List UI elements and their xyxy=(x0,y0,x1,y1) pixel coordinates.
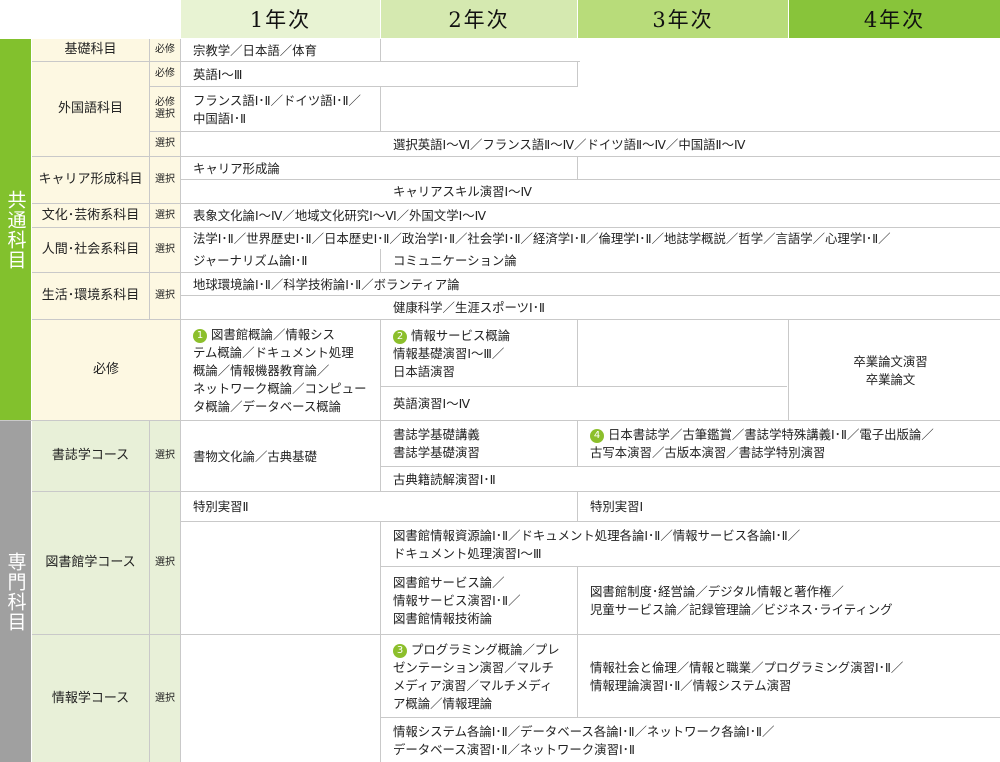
subject-gaikokugo: 外国語科目 xyxy=(57,101,123,116)
gaikokugo-elective: 選択英語Ⅰ～Ⅵ／フランス語Ⅱ～Ⅳ／ドイツ語Ⅱ～Ⅳ／中国語Ⅱ～Ⅳ xyxy=(393,136,746,152)
toshokan-practicum-1: 特別実習Ⅰ xyxy=(590,499,644,514)
subject-seikatsu: 生活･環境系科目 xyxy=(41,288,140,303)
number-badge-3: 3 xyxy=(393,643,407,658)
type-gaikokugo-3: 選択 xyxy=(155,138,175,149)
gaikokugo-second-language: フランス語Ⅰ･Ⅱ／ドイツ語Ⅰ･Ⅱ／ 中国語Ⅰ･Ⅱ xyxy=(193,92,361,126)
subject-kiso: 基礎科目 xyxy=(64,42,117,57)
hisshu-english-practice: 英語演習Ⅰ～Ⅳ xyxy=(393,396,471,411)
subject-ningen: 人間･社会系科目 xyxy=(41,242,140,257)
joho-y2: 3 プログラミング概論／プレ ゼンテーション演習／マルチ メディア演習／マルチメデ… xyxy=(393,641,560,711)
shoshi-y34: 4 日本書誌学／古筆鑑賞／書誌学特殊講義Ⅰ･Ⅱ／電子出版論／ 古写本演習／古版本演… xyxy=(590,427,934,460)
type-toshokan: 選択 xyxy=(155,557,175,568)
joho-advanced: 情報システム各論Ⅰ･Ⅱ／データベース各論Ⅰ･Ⅱ／ネットワーク各論Ⅰ･Ⅱ／ データ… xyxy=(393,723,775,757)
category-common: 共通科目 xyxy=(0,39,31,420)
year-header-4: 4年次 xyxy=(789,0,1000,38)
year-header-2: 2年次 xyxy=(381,0,577,38)
career-skills: キャリアスキル演習Ⅰ～Ⅳ xyxy=(393,184,532,199)
shoshi-classics-reading: 古典籍読解演習Ⅰ･Ⅱ xyxy=(393,471,496,487)
ningen-journalism: ジャーナリズム論Ⅰ･Ⅱ xyxy=(193,253,308,268)
subject-bunka: 文化･芸術系科目 xyxy=(41,207,140,223)
seikatsu-row1: 地球環境論Ⅰ･Ⅱ／科学技術論Ⅰ･Ⅱ／ボランティア論 xyxy=(193,276,460,292)
joho-y34: 情報社会と倫理／情報と職業／プログラミング演習Ⅰ･Ⅱ／ 情報理論演習Ⅰ･Ⅱ／情報… xyxy=(590,659,904,693)
category-major: 専門科目 xyxy=(0,421,31,762)
hisshu-y2: 2 情報サービス概論 情報基礎演習Ⅰ～Ⅲ／ 日本語演習 xyxy=(393,327,511,379)
number-badge-1: 1 xyxy=(193,328,207,343)
toshokan-system-y34: 図書館制度･経営論／デジタル情報と著作権／ 児童サービス論／記録管理論／ビジネス… xyxy=(590,584,893,617)
ningen-communication: コミュニケーション論 xyxy=(393,253,517,268)
type-gaikokugo-2: 必修 選択 xyxy=(155,97,175,120)
subject-hisshu: 必修 xyxy=(92,362,119,377)
year-header-1: 1年次 xyxy=(181,0,380,38)
ningen-row1: 法学Ⅰ･Ⅱ／世界歴史Ⅰ･Ⅱ／日本歴史Ⅰ･Ⅱ／政治学Ⅰ･Ⅱ／社会学Ⅰ･Ⅱ／経済学Ⅰ… xyxy=(193,231,891,246)
type-seikatsu: 選択 xyxy=(155,290,175,301)
type-bunka: 選択 xyxy=(155,209,175,221)
subject-joho: 情報学コース xyxy=(51,690,130,706)
hisshu-y1: 1 図書館概論／情報シス テム概論／ドキュメント処理 概論／情報機器教育論／ ネッ… xyxy=(193,326,367,414)
career-y1: キャリア形成論 xyxy=(193,160,280,176)
kiso-y1: 宗教学／日本語／体育 xyxy=(193,42,317,58)
subject-career: キャリア形成科目 xyxy=(38,172,143,187)
subject-shoshi: 書誌学コース xyxy=(51,448,130,463)
type-shoshi: 選択 xyxy=(155,450,175,461)
number-badge-4: 4 xyxy=(590,429,604,443)
toshokan-resources: 図書館情報資源論Ⅰ･Ⅱ／ドキュメント処理各論Ⅰ･Ⅱ／情報サービス各論Ⅰ･Ⅱ／ ド… xyxy=(393,527,801,561)
subject-toshokan: 図書館学コース xyxy=(45,555,136,570)
year-header-3: 3年次 xyxy=(578,0,788,38)
toshokan-practicum-2: 特別実習Ⅱ xyxy=(193,499,249,514)
number-badge-2: 2 xyxy=(393,329,407,344)
shoshi-y1: 書物文化論／古典基礎 xyxy=(193,448,317,464)
type-ningen: 選択 xyxy=(155,244,175,255)
seikatsu-row2: 健康科学／生涯スポーツⅠ･Ⅱ xyxy=(393,300,545,315)
graduation-thesis: 卒業論文演習 卒業論文 xyxy=(853,353,928,387)
type-joho: 選択 xyxy=(155,692,175,704)
type-kiso: 必修 xyxy=(155,44,175,55)
bunka-text: 表象文化論Ⅰ～Ⅳ／地域文化研究Ⅰ～Ⅵ／外国文学Ⅰ～Ⅳ xyxy=(193,208,487,223)
gaikokugo-english: 英語Ⅰ～Ⅲ xyxy=(193,66,243,82)
shoshi-y2: 書誌学基礎講義 書誌学基礎演習 xyxy=(393,427,480,460)
type-career: 選択 xyxy=(155,174,175,185)
toshokan-service-y2: 図書館サービス論／ 情報サービス演習Ⅰ･Ⅱ／ 図書館情報技術論 xyxy=(393,575,521,626)
type-gaikokugo-1: 必修 xyxy=(155,68,175,79)
